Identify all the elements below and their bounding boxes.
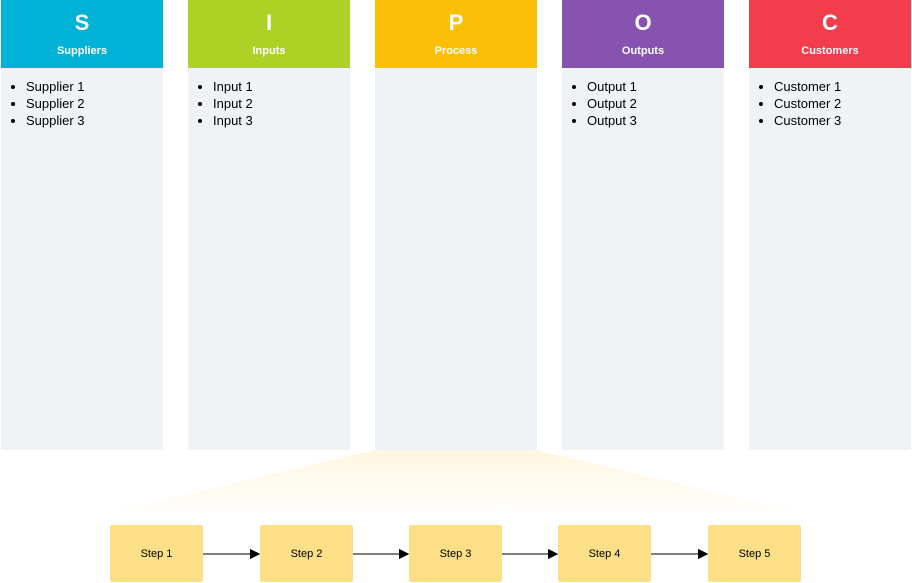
- process-step-4[interactable]: Step 4: [558, 525, 651, 582]
- process-step-2[interactable]: Step 2: [260, 525, 353, 582]
- process-step-5[interactable]: Step 5: [708, 525, 801, 582]
- process-step-1[interactable]: Step 1: [110, 525, 203, 582]
- step-connectors: [203, 548, 709, 560]
- process-step-3[interactable]: Step 3: [409, 525, 502, 582]
